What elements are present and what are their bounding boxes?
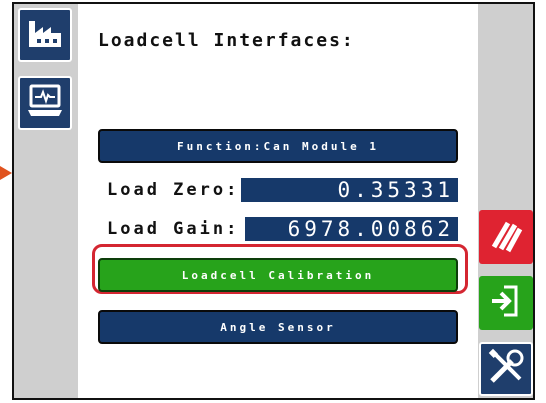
hazard-stripes-icon xyxy=(486,215,526,259)
load-zero-value[interactable]: 0.35331 xyxy=(241,178,458,202)
angle-sensor-button-label: Angle Sensor xyxy=(220,320,336,334)
enter-button[interactable] xyxy=(479,276,533,330)
factory-button[interactable] xyxy=(18,8,72,62)
stop-button[interactable] xyxy=(479,210,533,264)
load-gain-label: Load Gain: xyxy=(107,219,240,239)
pointer-arrow-icon xyxy=(0,166,12,180)
factory-icon xyxy=(27,17,63,53)
tools-icon xyxy=(486,347,526,391)
left-sidebar xyxy=(14,4,78,398)
enter-arrow-icon xyxy=(486,281,526,325)
angle-sensor-button[interactable]: Angle Sensor xyxy=(98,310,458,344)
load-zero-label: Load Zero: xyxy=(107,180,240,200)
page-title: Loadcell Interfaces: xyxy=(98,30,355,51)
settings-button[interactable] xyxy=(479,342,533,396)
calibration-button-label: Loadcell Calibration xyxy=(181,268,375,282)
load-gain-value[interactable]: 6978.00862 xyxy=(245,217,458,241)
function-button-label: Function:Can Module 1 xyxy=(176,139,380,153)
right-sidebar xyxy=(478,4,533,398)
computer-monitor-icon xyxy=(26,84,64,122)
function-select-button[interactable]: Function:Can Module 1 xyxy=(98,129,458,163)
loadcell-calibration-button[interactable]: Loadcell Calibration xyxy=(98,258,458,292)
diagnostics-button[interactable] xyxy=(18,76,72,130)
